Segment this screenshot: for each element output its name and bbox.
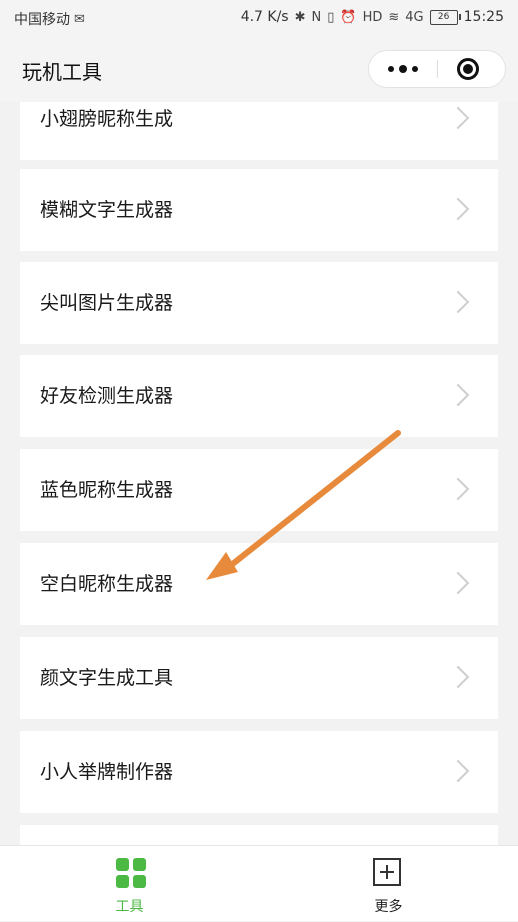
tool-item[interactable]: 尖叫图片生成器 — [20, 262, 498, 344]
vibrate-icon: ▯ — [327, 9, 335, 25]
capsule-divider — [437, 60, 438, 78]
dot-icon — [412, 66, 418, 72]
wifi-icon: ≋ — [388, 9, 400, 25]
tool-item-label: 小翅膀昵称生成 — [40, 108, 174, 130]
tool-list[interactable]: 小翅膀昵称生成 模糊文字生成器 尖叫图片生成器 好友检测生成器 蓝色昵称生成器 … — [0, 102, 518, 845]
tool-item[interactable]: 蓝色昵称生成器 — [20, 449, 498, 531]
tab-more[interactable]: 更多 — [259, 846, 518, 922]
tool-item-label: 小人举牌制作器 — [40, 761, 174, 783]
nfc-icon: N — [311, 9, 322, 25]
tool-item[interactable]: 空白昵称生成器 — [20, 543, 498, 625]
tool-item[interactable] — [20, 825, 498, 845]
chevron-right-icon — [446, 290, 470, 314]
more-menu-button[interactable] — [369, 51, 437, 87]
tool-item[interactable]: 颜文字生成工具 — [20, 637, 498, 719]
tool-item[interactable]: 小翅膀昵称生成 — [20, 102, 498, 160]
signal-icon: 4G — [405, 9, 424, 25]
tool-item[interactable]: 好友检测生成器 — [20, 355, 498, 437]
page-title: 玩机工具 — [22, 60, 102, 84]
dot-icon — [399, 65, 407, 73]
tab-bar: 工具 更多 — [0, 845, 518, 921]
chevron-right-icon — [446, 665, 470, 689]
chevron-right-icon — [446, 383, 470, 407]
close-button[interactable] — [439, 51, 505, 87]
carrier-label: 中国移动 — [14, 12, 70, 28]
tool-item-label: 好友检测生成器 — [40, 385, 174, 407]
chevron-right-icon — [446, 571, 470, 595]
plus-square-icon — [373, 858, 401, 886]
chevron-right-icon — [446, 477, 470, 501]
chevron-right-icon — [446, 106, 470, 130]
bluetooth-icon: ✱ — [294, 9, 306, 25]
tool-item-label: 蓝色昵称生成器 — [40, 479, 174, 501]
title-bar: 玩机工具 — [0, 36, 518, 102]
dot-icon — [388, 66, 394, 72]
tab-tools[interactable]: 工具 — [0, 846, 259, 922]
tool-item[interactable]: 小人举牌制作器 — [20, 731, 498, 813]
tab-label: 工具 — [115, 899, 144, 915]
alarm-icon: ⏰ — [340, 9, 357, 25]
tab-label: 更多 — [374, 899, 403, 915]
mail-icon: ✉ — [74, 11, 85, 27]
mini-program-capsule — [368, 50, 506, 88]
chevron-right-icon — [446, 759, 470, 783]
battery-icon: 26 — [429, 9, 461, 25]
target-circle-icon — [457, 58, 479, 80]
hd-icon: HD — [362, 9, 383, 25]
tool-item-label: 尖叫图片生成器 — [40, 292, 174, 314]
chevron-right-icon — [446, 197, 470, 221]
tool-item-label: 模糊文字生成器 — [40, 199, 174, 221]
clock: 15:25 — [463, 9, 504, 25]
status-bar: 中国移动 ✉ 4.7 K/s ✱ N ▯ ⏰ HD ≋ 4G 26 15:25 — [0, 0, 518, 36]
tool-item-label: 空白昵称生成器 — [40, 573, 174, 595]
tool-item-label: 颜文字生成工具 — [40, 667, 174, 689]
network-speed: 4.7 K/s — [240, 9, 289, 25]
grid-icon — [116, 858, 146, 888]
tool-item[interactable]: 模糊文字生成器 — [20, 169, 498, 251]
